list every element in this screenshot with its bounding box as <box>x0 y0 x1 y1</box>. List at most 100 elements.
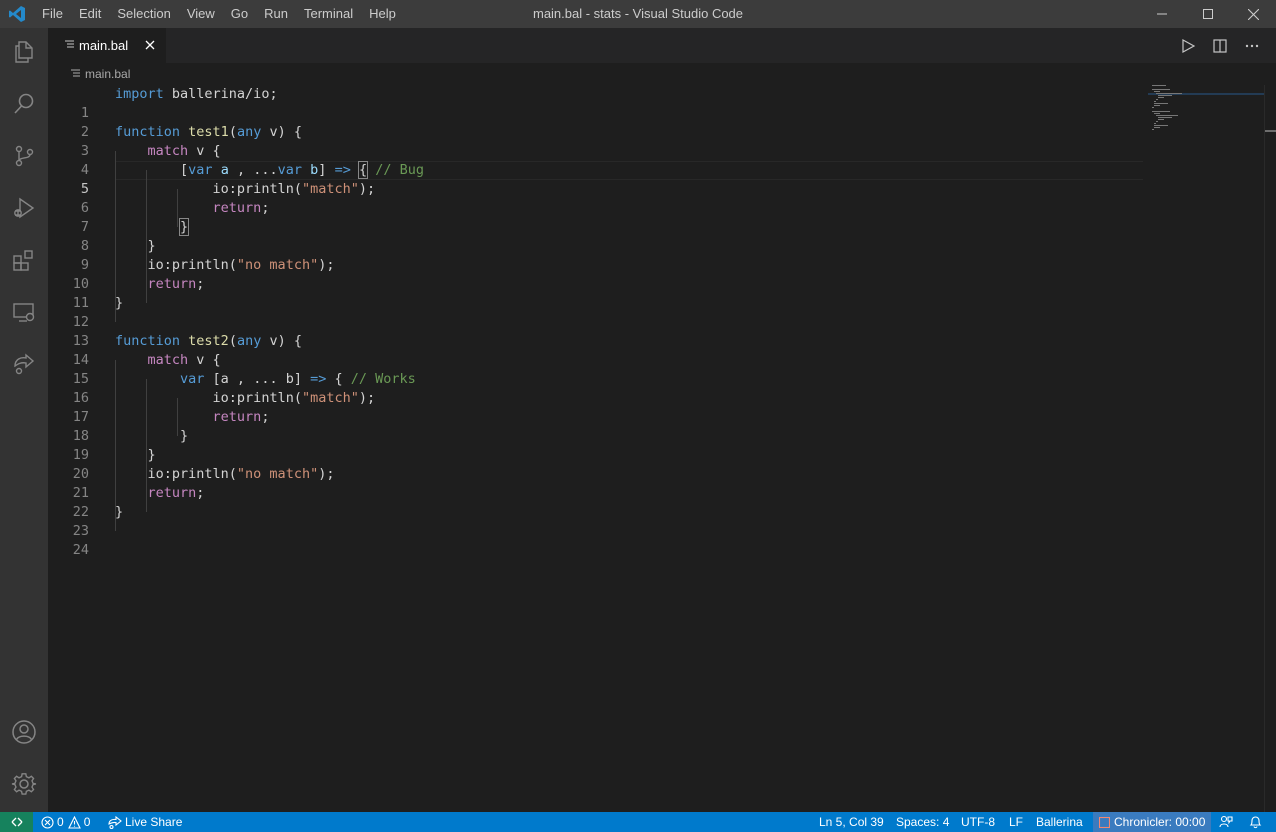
tab-main-bal[interactable]: main.bal <box>48 28 166 63</box>
line-number: 24 <box>72 542 89 558</box>
vertical-scrollbar[interactable] <box>1264 85 1276 812</box>
play-icon <box>1182 38 1195 53</box>
live-share-icon <box>108 815 122 829</box>
menu-view[interactable]: View <box>179 0 223 28</box>
code-line: 19 } <box>48 427 1143 463</box>
remote-explorer-button[interactable] <box>0 288 48 336</box>
feedback-button[interactable] <box>1219 812 1233 832</box>
status-bar: 0 0 Live Share Ln 5, Col 39 Spaces: 4 UT… <box>0 812 1276 832</box>
menu-selection[interactable]: Selection <box>109 0 178 28</box>
file-lines-icon <box>71 69 80 77</box>
error-icon <box>41 815 54 829</box>
remote-explorer-icon <box>13 303 35 322</box>
source-control-icon <box>15 145 34 167</box>
extensions-button[interactable] <box>0 236 48 284</box>
bracket-match: { <box>357 161 369 179</box>
search-button[interactable] <box>0 80 48 128</box>
tab-label: main.bal <box>79 38 129 53</box>
feedback-icon <box>1219 815 1233 828</box>
menu-go[interactable]: Go <box>223 0 256 28</box>
explorer-button[interactable] <box>0 28 48 76</box>
close-window-button[interactable] <box>1230 0 1276 28</box>
menu-terminal[interactable]: Terminal <box>296 0 361 28</box>
extensions-icon <box>13 250 33 271</box>
menu-bar: File Edit Selection View Go Run Terminal… <box>34 0 404 28</box>
error-count: 0 <box>57 815 64 829</box>
activity-bar <box>0 28 48 812</box>
code-line: 10 io:println("no match"); <box>48 256 1143 292</box>
maximize-button[interactable] <box>1185 0 1231 28</box>
explorer-icon <box>15 41 33 63</box>
language-mode[interactable]: Ballerina <box>1036 812 1083 832</box>
maximize-icon <box>1203 9 1213 19</box>
code-line: 24 <box>48 522 1143 558</box>
code-line: 3 function test1(any v) { <box>48 123 1143 159</box>
editor-actions <box>1176 28 1268 63</box>
code-line: 21 io:println("no match"); <box>48 465 1143 501</box>
close-icon <box>145 40 155 50</box>
indentation-setting[interactable]: Spaces: 4 <box>896 812 949 832</box>
search-icon <box>14 93 34 114</box>
settings-gear-icon <box>11 773 37 795</box>
cursor-position[interactable]: Ln 5, Col 39 <box>819 812 884 832</box>
code-line: 2 <box>48 104 1143 140</box>
minimize-button[interactable] <box>1139 0 1185 28</box>
menu-file[interactable]: File <box>34 0 71 28</box>
remote-indicator-button[interactable] <box>0 812 33 832</box>
code-line: 4 match v { <box>48 142 1143 178</box>
live-share-icon <box>14 353 35 375</box>
code-line: 5 [var a , ...var b] => { // Bug <box>48 161 1143 197</box>
code-line: 23 } <box>48 503 1143 539</box>
run-file-button[interactable] <box>1176 34 1200 58</box>
breadcrumb-file[interactable]: main.bal <box>85 63 130 85</box>
code-line: 18 return; <box>48 408 1143 444</box>
problems-button[interactable]: 0 0 <box>41 812 90 832</box>
live-share-button[interactable] <box>0 340 48 388</box>
code-editor[interactable]: 1 import ballerina/io; 2 3 function test… <box>48 85 1143 812</box>
code-line: 15 match v { <box>48 351 1143 387</box>
manage-button[interactable] <box>0 760 48 808</box>
split-editor-icon <box>1213 38 1227 53</box>
code-line: 7 return; <box>48 199 1143 235</box>
minimize-icon <box>1157 13 1167 15</box>
chronicler-label: Chronicler: 00:00 <box>1114 815 1206 829</box>
breadcrumb: main.bal <box>48 63 1276 85</box>
code-line: 16 var [a , ... b] => { // Works <box>48 370 1143 406</box>
menu-edit[interactable]: Edit <box>71 0 109 28</box>
code-line: 6 io:println("match"); <box>48 180 1143 216</box>
file-lines-icon <box>65 40 74 48</box>
ellipsis-icon <box>1245 44 1259 47</box>
menu-run[interactable]: Run <box>256 0 296 28</box>
code-line: 20 } <box>48 446 1143 482</box>
source-control-button[interactable] <box>0 132 48 180</box>
chronicler-button[interactable]: Chronicler: 00:00 <box>1093 812 1212 832</box>
bell-icon <box>1249 816 1262 829</box>
bracket-match: } <box>179 218 190 236</box>
live-share-status-button[interactable]: Live Share <box>108 812 182 832</box>
vscode-logo-icon <box>9 6 25 22</box>
warning-icon <box>67 815 81 829</box>
remote-icon <box>11 817 22 827</box>
run-debug-icon <box>14 197 35 219</box>
title-bar: File Edit Selection View Go Run Terminal… <box>0 0 1276 28</box>
tab-close-button[interactable] <box>142 37 158 53</box>
code-line: 17 io:println("match"); <box>48 389 1143 425</box>
code-line: 1 import ballerina/io; <box>48 85 1143 121</box>
code-line: 11 return; <box>48 275 1143 311</box>
close-icon <box>1247 8 1259 20</box>
split-editor-button[interactable] <box>1208 34 1232 58</box>
code-line: 8 } <box>48 218 1143 254</box>
code-line: 9 } <box>48 237 1143 273</box>
live-share-label: Live Share <box>125 815 183 829</box>
record-square-icon <box>1099 816 1110 828</box>
menu-help[interactable]: Help <box>361 0 404 28</box>
encoding-setting[interactable]: UTF-8 <box>961 812 995 832</box>
more-actions-button[interactable] <box>1240 34 1264 58</box>
editor-tab-bar: main.bal <box>48 28 1276 63</box>
minimap[interactable] <box>1148 85 1264 145</box>
eol-setting[interactable]: LF <box>1009 812 1023 832</box>
notifications-button[interactable] <box>1249 812 1262 832</box>
run-debug-button[interactable] <box>0 184 48 232</box>
accounts-button[interactable] <box>0 708 48 756</box>
warning-count: 0 <box>83 815 91 829</box>
